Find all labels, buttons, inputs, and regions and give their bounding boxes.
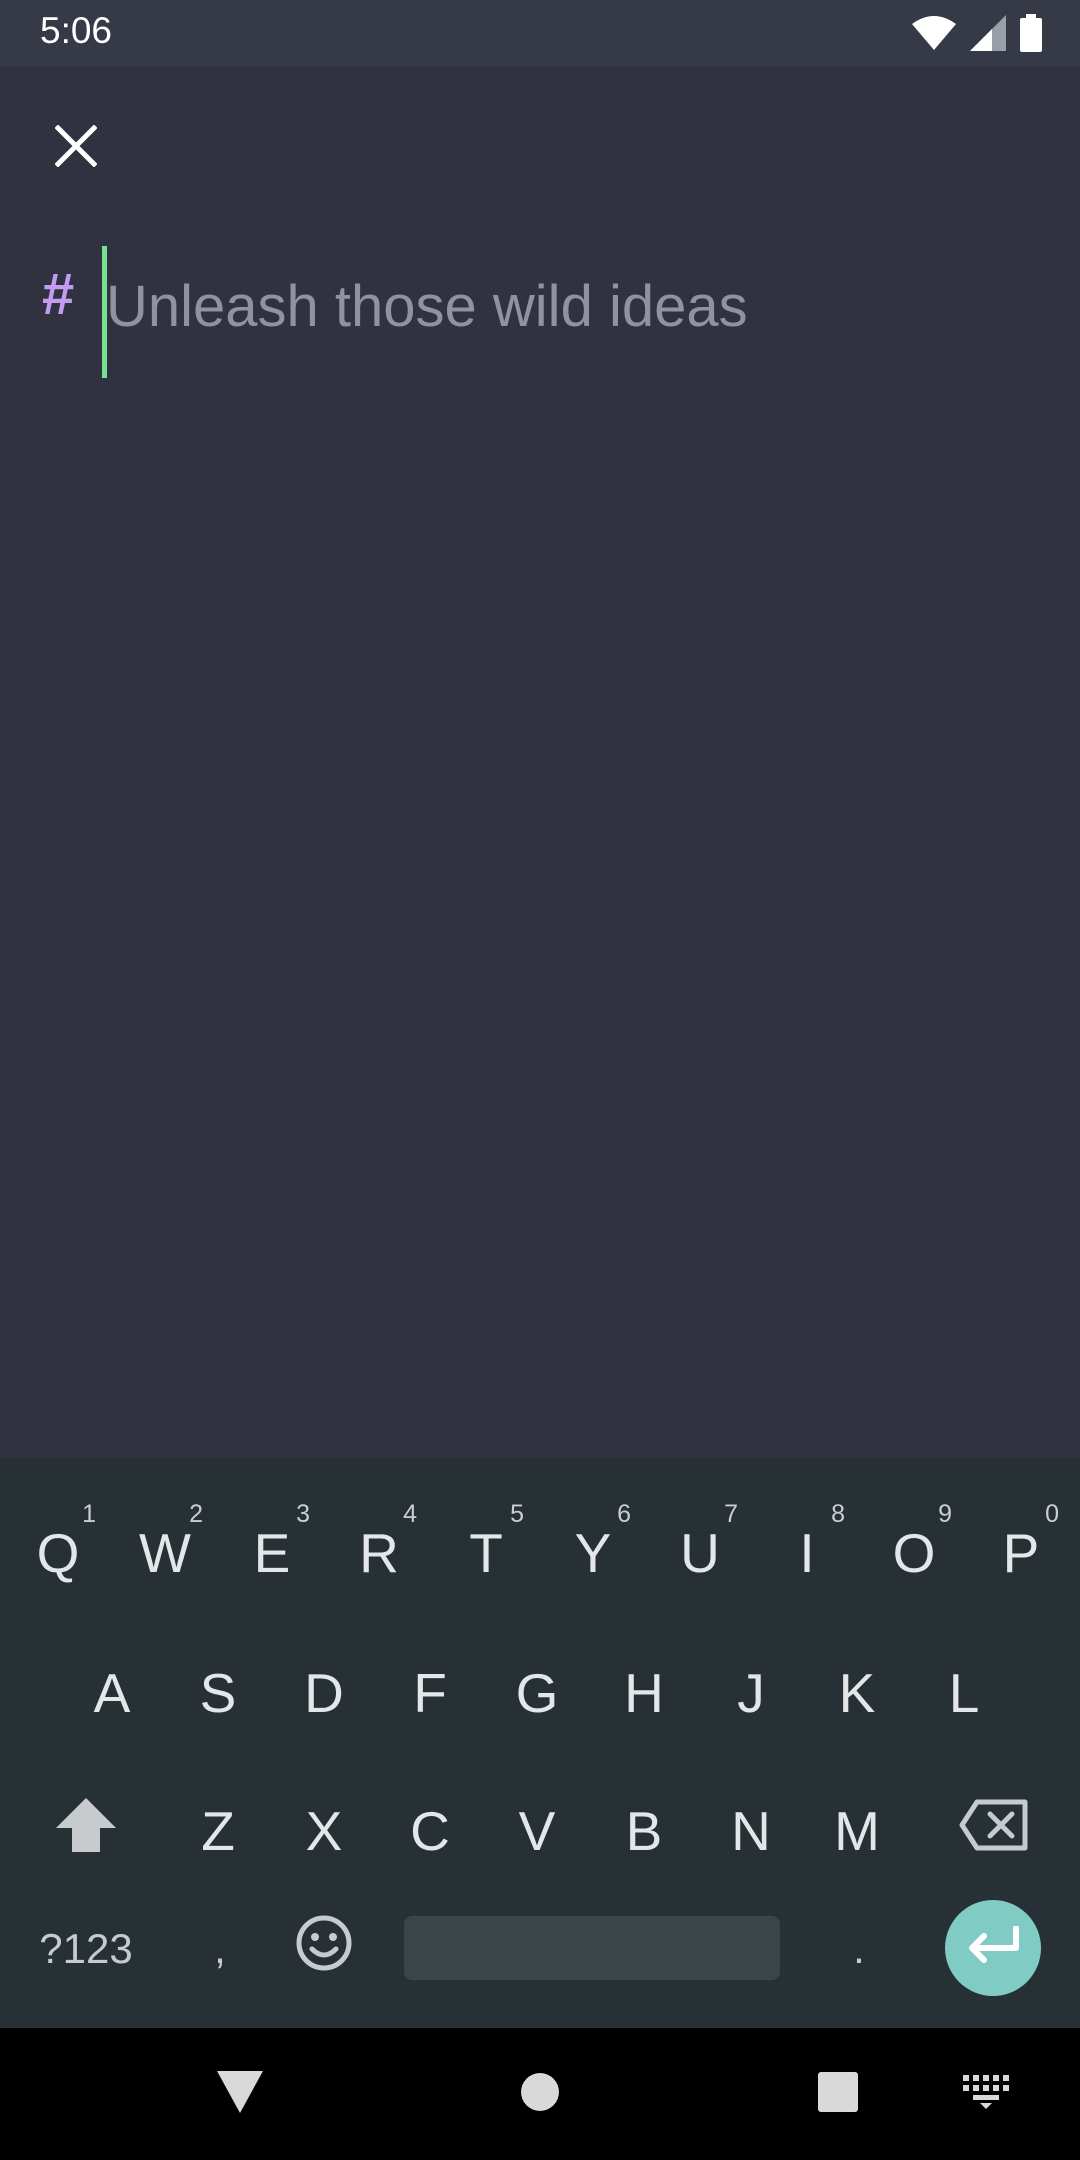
- backspace-icon: [959, 1799, 1029, 1864]
- back-button[interactable]: [200, 2064, 280, 2124]
- heading-marker: #: [42, 262, 75, 327]
- key-f[interactable]: F: [386, 1638, 474, 1748]
- recents-button[interactable]: [798, 2064, 878, 2124]
- key-b[interactable]: B: [600, 1776, 688, 1886]
- key-l[interactable]: L: [920, 1638, 1008, 1748]
- key-t[interactable]: T5: [442, 1498, 530, 1608]
- soft-keyboard: Q1 W2 E3 R4 T5 Y6 U7 I8 O9 P0 A S D F G …: [0, 1458, 1080, 2028]
- emoji-icon: [296, 1915, 352, 1984]
- back-icon: [217, 2070, 263, 2118]
- key-x[interactable]: X: [280, 1776, 368, 1886]
- enter-icon: [966, 1924, 1020, 1971]
- keyboard-switch-button[interactable]: [946, 2064, 1026, 2124]
- key-y[interactable]: Y6: [549, 1498, 637, 1608]
- key-e[interactable]: E3: [228, 1498, 316, 1608]
- enter-key[interactable]: [945, 1900, 1041, 1996]
- shift-icon: [56, 1797, 116, 1865]
- key-i[interactable]: I8: [763, 1498, 851, 1608]
- editor-screen: #: [0, 66, 1080, 1458]
- key-u[interactable]: U7: [656, 1498, 744, 1608]
- key-d[interactable]: D: [280, 1638, 368, 1748]
- key-c[interactable]: C: [386, 1776, 474, 1886]
- comma-key[interactable]: ,: [176, 1894, 264, 2004]
- status-icons: [912, 14, 1042, 57]
- key-z[interactable]: Z: [174, 1776, 262, 1886]
- symbols-key[interactable]: ?123: [26, 1894, 146, 2004]
- period-key[interactable]: .: [815, 1894, 903, 2004]
- navigation-bar: [0, 2028, 1080, 2160]
- status-time: 5:06: [40, 10, 113, 51]
- key-o[interactable]: O9: [870, 1498, 958, 1608]
- key-w[interactable]: W2: [121, 1498, 209, 1608]
- emoji-key[interactable]: [280, 1894, 368, 2004]
- keyboard-switch-icon: [963, 2074, 1009, 2114]
- title-input[interactable]: [106, 256, 1026, 356]
- space-key[interactable]: [404, 1916, 780, 1980]
- key-h[interactable]: H: [600, 1638, 688, 1748]
- key-j[interactable]: J: [707, 1638, 795, 1748]
- key-n[interactable]: N: [707, 1776, 795, 1886]
- close-button[interactable]: [44, 116, 108, 180]
- key-v[interactable]: V: [493, 1776, 581, 1886]
- key-s[interactable]: S: [174, 1638, 262, 1748]
- key-r[interactable]: R4: [335, 1498, 423, 1608]
- home-icon: [520, 2072, 560, 2117]
- key-g[interactable]: G: [493, 1638, 581, 1748]
- close-icon: [54, 123, 98, 172]
- shift-key[interactable]: [40, 1776, 132, 1886]
- battery-icon: [1020, 14, 1042, 57]
- status-bar: 5:06: [0, 0, 1080, 66]
- key-q[interactable]: Q1: [14, 1498, 102, 1608]
- key-m[interactable]: M: [813, 1776, 901, 1886]
- recents-icon: [818, 2071, 858, 2117]
- home-button[interactable]: [500, 2064, 580, 2124]
- wifi-icon: [912, 16, 956, 55]
- key-k[interactable]: K: [813, 1638, 901, 1748]
- signal-icon: [970, 15, 1006, 56]
- backspace-key[interactable]: [944, 1776, 1044, 1886]
- key-p[interactable]: P0: [977, 1498, 1065, 1608]
- key-a[interactable]: A: [68, 1638, 156, 1748]
